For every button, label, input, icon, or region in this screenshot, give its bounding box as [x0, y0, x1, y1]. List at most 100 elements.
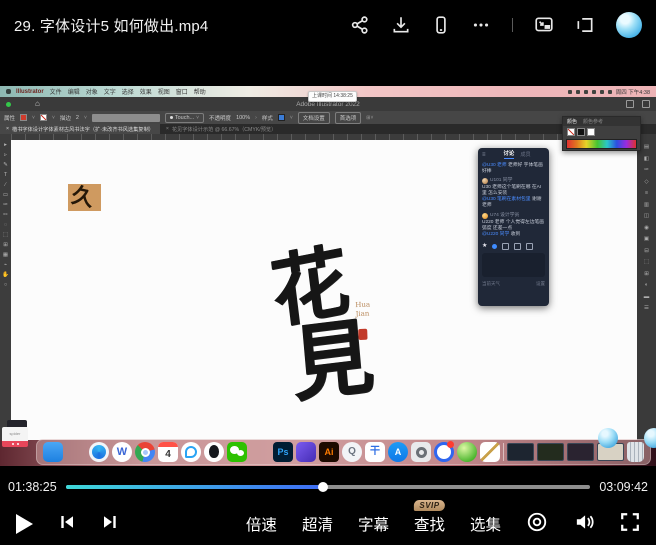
picture-in-picture-icon[interactable]: [534, 15, 554, 35]
volume-icon[interactable]: [573, 511, 595, 538]
fullscreen-icon[interactable]: [620, 512, 640, 537]
emoji-icon[interactable]: [492, 244, 497, 249]
search-button[interactable]: 查找: [414, 517, 445, 534]
minimized-window[interactable]: [537, 443, 564, 461]
quality-button[interactable]: 超清: [302, 513, 333, 535]
float-window-icon[interactable]: [575, 15, 595, 35]
floating-assistant-bubble[interactable]: [598, 428, 618, 448]
document-tab-active[interactable]: × 楷书字体设计字体素材古风书法字（扩·未改齐书风选集复制）: [0, 124, 160, 134]
more-icon[interactable]: [471, 15, 491, 35]
pen-tool-icon[interactable]: ✎: [3, 162, 8, 168]
settings-link[interactable]: 设置: [536, 281, 545, 287]
chat-input[interactable]: [482, 253, 545, 277]
artboards-panel-icon[interactable]: ⬚: [644, 259, 649, 265]
brushes-panel-icon[interactable]: ✑: [644, 167, 649, 173]
stroke-panel-icon[interactable]: ≡: [645, 190, 648, 196]
purple-app-icon[interactable]: [296, 442, 316, 462]
notes-icon[interactable]: [480, 442, 500, 462]
right-panel-strip[interactable]: ▤ ◧ ✑ ◇ ≡ ▥ ◫ ◉ ▣ ⊟ ⬚ ⊞ ◐ ▬ ☰: [637, 134, 656, 440]
color-panel-icon[interactable]: ▤: [644, 144, 649, 150]
graphic-styles-panel-icon[interactable]: ▣: [644, 236, 649, 242]
display-stand-icon[interactable]: 干: [365, 442, 385, 462]
next-button[interactable]: [101, 513, 119, 536]
minimized-window[interactable]: [507, 443, 534, 461]
scale-tool-icon[interactable]: ⬚: [3, 232, 8, 238]
clock-app-icon[interactable]: [434, 442, 454, 462]
phone-mirror-icon[interactable]: [432, 15, 450, 35]
share-icon[interactable]: [350, 15, 370, 35]
shape-tool-icon[interactable]: ▭: [3, 192, 8, 198]
illustrator-icon[interactable]: Ai: [319, 442, 339, 462]
wechat-icon[interactable]: [227, 442, 247, 462]
type-tool-icon[interactable]: T: [4, 172, 7, 178]
opacity-value[interactable]: 100%: [236, 115, 250, 121]
seek-thumb[interactable]: [318, 482, 328, 492]
transparency-panel-icon[interactable]: ◫: [644, 213, 649, 219]
style-swatch[interactable]: [278, 114, 285, 121]
video-content[interactable]: Illustrator 文件 编辑 对象 文字 选择 效果 视图 窗口 帮助 周…: [0, 86, 656, 466]
direct-select-tool-icon[interactable]: ▹: [4, 152, 7, 158]
photoshop-icon[interactable]: Ps: [273, 442, 293, 462]
download-icon[interactable]: [391, 15, 411, 35]
swatches-panel-icon[interactable]: ◧: [644, 156, 649, 162]
play-button[interactable]: [16, 514, 33, 534]
document-tab-inactive[interactable]: × 花见字体设计示范 @ 66.67%（CMYK/预览）: [160, 124, 282, 134]
star-icon[interactable]: ★: [482, 243, 487, 249]
chrome-icon[interactable]: [135, 442, 155, 462]
tab-members[interactable]: 成员: [520, 152, 530, 158]
messages-icon[interactable]: [181, 442, 201, 462]
zoom-tool-icon[interactable]: ○: [4, 282, 7, 288]
green-app-icon[interactable]: [457, 442, 477, 462]
color-guide-tab[interactable]: 颜色参考: [583, 118, 603, 125]
hand-tool-icon[interactable]: ✋: [2, 272, 9, 278]
none-swatch[interactable]: [567, 128, 575, 136]
menu-icon[interactable]: ≡: [482, 152, 486, 158]
pathfinder-panel-icon[interactable]: ◐: [645, 282, 648, 288]
screenshot-icon[interactable]: [514, 243, 521, 250]
gradient-panel-icon[interactable]: ▥: [644, 202, 649, 208]
system-preferences-icon[interactable]: [411, 442, 431, 462]
launchpad-icon[interactable]: [66, 442, 86, 462]
image-icon[interactable]: [502, 243, 509, 250]
stroke-swatch[interactable]: [40, 114, 47, 121]
rotate-tool-icon[interactable]: ◌: [4, 222, 7, 228]
comments-panel-icon[interactable]: ▬: [644, 294, 650, 300]
document-setup-button[interactable]: 文档设置: [298, 112, 330, 124]
user-avatar[interactable]: [616, 12, 642, 38]
trash-icon[interactable]: [627, 442, 644, 462]
subtitles-button[interactable]: 字幕: [358, 513, 389, 535]
tab-discussion[interactable]: 讨论: [504, 151, 515, 159]
libraries-panel-icon[interactable]: ☰: [644, 305, 649, 311]
tools-panel[interactable]: ▸ ▹ ✎ T ∕ ▭ ✑ ✏ ◌ ⬚ ⊞ ▦ ⌁ ✋ ○: [0, 134, 11, 440]
appstore-icon[interactable]: A: [388, 442, 408, 462]
meeting-app-icon[interactable]: [250, 442, 270, 462]
qq-icon[interactable]: [204, 442, 224, 462]
align-panel-icon[interactable]: ⊞: [644, 271, 649, 277]
black-swatch[interactable]: [577, 128, 585, 136]
stroke-value[interactable]: 2: [76, 115, 79, 121]
line-tool-icon[interactable]: ∕: [5, 182, 6, 188]
selection-tool-icon[interactable]: ▸: [4, 142, 7, 148]
close-icon[interactable]: ×: [166, 126, 169, 132]
minimized-window[interactable]: [567, 443, 594, 461]
symbols-panel-icon[interactable]: ◇: [644, 179, 648, 185]
mesh-tool-icon[interactable]: ⊞: [3, 242, 8, 248]
color-spectrum-bar[interactable]: [566, 139, 637, 149]
word-app-icon[interactable]: W: [112, 442, 132, 462]
fill-swatch[interactable]: [20, 114, 27, 121]
brush-definition-field[interactable]: [92, 114, 160, 122]
previous-button[interactable]: [58, 513, 76, 536]
playlist-button[interactable]: 选集: [470, 513, 501, 535]
finder-icon[interactable]: [43, 442, 63, 462]
quicktime-icon[interactable]: Q: [342, 442, 362, 462]
white-swatch[interactable]: [587, 128, 595, 136]
calendar-icon[interactable]: 4: [158, 442, 178, 462]
safari-icon[interactable]: [89, 442, 109, 462]
appearance-panel-icon[interactable]: ◉: [644, 225, 649, 231]
touch-type-button[interactable]: Touch... ˅: [165, 113, 204, 123]
close-icon[interactable]: ×: [6, 126, 9, 132]
pencil-tool-icon[interactable]: ✏: [3, 212, 8, 218]
layers-panel-icon[interactable]: ⊟: [644, 248, 649, 254]
color-tab[interactable]: 颜色: [567, 118, 577, 125]
playback-speed-button[interactable]: 倍速: [246, 513, 277, 535]
